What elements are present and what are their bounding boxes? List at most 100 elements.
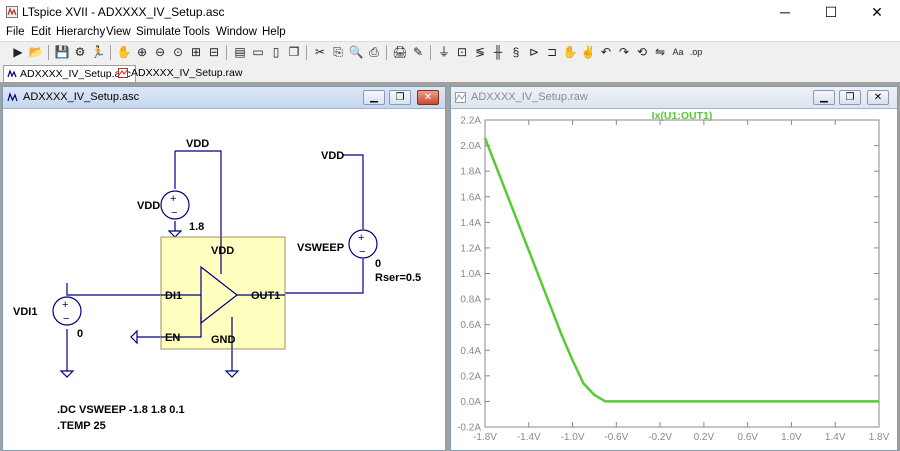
menu-simulate[interactable]: Simulate bbox=[136, 26, 181, 38]
svg-text:+: + bbox=[62, 299, 68, 311]
tile-horizontal-icon[interactable]: ▭ bbox=[250, 44, 266, 60]
vsweep-voltage-source[interactable]: + − bbox=[348, 229, 378, 259]
vsweep-rser-label: Rser=0.5 bbox=[375, 272, 421, 284]
svg-text:+: + bbox=[170, 193, 176, 205]
schematic-window-title: ADXXXX_IV_Setup.asc bbox=[23, 91, 140, 103]
y-tick-label: 1.6A bbox=[460, 192, 481, 203]
inductor-icon[interactable]: § bbox=[508, 44, 524, 60]
window-title: LTspice XVII - ADXXXX_IV_Setup.asc bbox=[22, 5, 225, 19]
trace-ix-u1-out1[interactable] bbox=[483, 137, 879, 403]
print-icon[interactable]: ⎙ bbox=[366, 44, 382, 60]
cut-icon[interactable]: ✂ bbox=[312, 44, 328, 60]
spice-directive-icon[interactable]: .op bbox=[688, 44, 704, 60]
vdd-source-name: VDD bbox=[137, 200, 160, 212]
pan-hand-icon[interactable]: ✋ bbox=[116, 44, 132, 60]
waveform-doc-icon bbox=[455, 92, 466, 103]
waveform-restore-button[interactable]: ❐ bbox=[839, 90, 861, 105]
schematic-restore-button[interactable]: ❐ bbox=[389, 90, 411, 105]
menu-window[interactable]: Window bbox=[216, 26, 257, 38]
redo-icon[interactable]: ↷ bbox=[616, 44, 632, 60]
close-icon: ✕ bbox=[873, 92, 883, 103]
run-man-icon[interactable]: 🏃 bbox=[90, 44, 106, 60]
drag-hand-icon[interactable]: ✌ bbox=[580, 44, 596, 60]
schematic-minimize-button[interactable]: ▁ bbox=[363, 90, 385, 105]
vsweep-source-name: VSWEEP bbox=[297, 242, 344, 254]
y-tick-label: 1.8A bbox=[460, 167, 481, 178]
toolbar-separator bbox=[386, 45, 387, 60]
temp-directive[interactable]: .TEMP 25 bbox=[57, 420, 106, 432]
diode-icon[interactable]: ⊳ bbox=[526, 44, 542, 60]
run-icon[interactable]: ▶ bbox=[10, 44, 26, 60]
save-icon[interactable]: 💾 bbox=[54, 44, 70, 60]
ruler-icon[interactable]: ▤ bbox=[232, 44, 248, 60]
schematic-window-titlebar: ADXXXX_IV_Setup.asc ▁ ❐ ✕ bbox=[3, 87, 445, 109]
close-icon: ✕ bbox=[423, 92, 433, 103]
waveform-window: ADXXXX_IV_Setup.raw ▁ ❐ ✕ -0.2A 0.0A 0.2A 0… bbox=[450, 86, 898, 451]
pencil-icon[interactable]: ✎ bbox=[410, 44, 426, 60]
menu-edit[interactable]: Edit bbox=[31, 26, 51, 38]
toolbar: ▶ 📂 💾 ⚙ 🏃 ✋ ⊕ ⊖ ⊙ ⊞ ⊟ ▤ ▭ ▯ ❐ ✂ ⎘ 🔍 ⎙ 🖨 ✎ ⏚ ⊡ ≶ ╫ § ⊳ ⊐ ✋ ✌ ↶ ↷ ⟲ ⇋ Aa .op bbox=[0, 41, 900, 65]
zoom-area-icon[interactable]: ⊙ bbox=[170, 44, 186, 60]
restore-icon: ❐ bbox=[395, 92, 405, 103]
print-preview-icon[interactable]: 🖨 bbox=[392, 44, 408, 60]
rotate-icon[interactable]: ⟲ bbox=[634, 44, 650, 60]
menu-help[interactable]: Help bbox=[262, 26, 286, 38]
tab-waveform-label: ADXXXX_IV_Setup.raw bbox=[131, 67, 243, 79]
svg-text:−: − bbox=[359, 246, 365, 258]
x-tick-label: 0.6V bbox=[737, 432, 758, 443]
x-tick-label: -1.4V bbox=[517, 432, 541, 443]
trace-label[interactable]: Ix(U1:OUT1) bbox=[652, 110, 713, 122]
minimize-icon: ▁ bbox=[370, 92, 378, 103]
label-icon[interactable]: ⊡ bbox=[454, 44, 470, 60]
zoom-in-icon[interactable]: ⊕ bbox=[134, 44, 150, 60]
component-icon[interactable]: ⊐ bbox=[544, 44, 560, 60]
x-tick-label: -0.6V bbox=[604, 432, 628, 443]
minimize-button[interactable]: ─ bbox=[762, 0, 808, 24]
menu-view[interactable]: View bbox=[106, 26, 131, 38]
dc-sweep-directive[interactable]: .DC VSWEEP -1.8 1.8 0.1 bbox=[57, 404, 185, 416]
maximize-button[interactable]: ☐ bbox=[808, 0, 854, 24]
waveform-plot[interactable]: -0.2A0.0A0.2A0.4A0.6A0.8A1.0A1.2A1.4A1.6… bbox=[451, 109, 897, 450]
title-bar: LTspice XVII - ADXXXX_IV_Setup.asc ─ ☐ ✕ bbox=[0, 0, 900, 24]
menu-tools[interactable]: Tools bbox=[183, 26, 210, 38]
svg-text:+: + bbox=[358, 232, 364, 244]
copy-icon[interactable]: ⎘ bbox=[330, 44, 346, 60]
y-tick-label: 0.2A bbox=[460, 371, 481, 382]
mirror-icon[interactable]: ⇋ bbox=[652, 44, 668, 60]
waveform-minimize-button[interactable]: ▁ bbox=[813, 90, 835, 105]
zoom-fit-icon[interactable]: ⊞ bbox=[188, 44, 204, 60]
find-icon[interactable]: 🔍 bbox=[348, 44, 364, 60]
open-icon[interactable]: 📂 bbox=[28, 44, 44, 60]
menu-file[interactable]: File bbox=[6, 26, 25, 38]
autoscale-icon[interactable]: ⊟ bbox=[206, 44, 222, 60]
close-button[interactable]: ✕ bbox=[854, 0, 900, 24]
toolbar-separator bbox=[48, 45, 49, 60]
x-tick-label: 1.4V bbox=[825, 432, 846, 443]
zoom-out-icon[interactable]: ⊖ bbox=[152, 44, 168, 60]
y-tick-label: 1.0A bbox=[460, 269, 481, 280]
toolbar-separator bbox=[226, 45, 227, 60]
svg-text:−: − bbox=[171, 207, 177, 219]
move-hand-icon[interactable]: ✋ bbox=[562, 44, 578, 60]
control-panel-icon[interactable]: ⚙ bbox=[72, 44, 88, 60]
menu-hierarchy[interactable]: Hierarchy bbox=[56, 26, 105, 38]
svg-text:−: − bbox=[63, 313, 69, 325]
cascade-icon[interactable]: ❐ bbox=[286, 44, 302, 60]
vdd-voltage-source[interactable]: + − bbox=[160, 190, 190, 220]
capacitor-icon[interactable]: ╫ bbox=[490, 44, 506, 60]
schematic-close-button[interactable]: ✕ bbox=[417, 90, 439, 105]
tab-waveform[interactable]: ADXXXX_IV_Setup.raw bbox=[115, 65, 246, 81]
ground-icon[interactable]: ⏚ bbox=[436, 44, 452, 60]
tile-vertical-icon[interactable]: ▯ bbox=[268, 44, 284, 60]
schematic-doc-icon bbox=[7, 69, 17, 78]
schematic-canvas[interactable]: + − + − + − VDD VDD 1.8 VDD VSWEEP 0 Rse… bbox=[3, 109, 445, 450]
pin-en-label: EN bbox=[165, 332, 180, 344]
vdi1-voltage-source[interactable]: + − bbox=[52, 296, 82, 326]
pin-out1-label: OUT1 bbox=[251, 290, 280, 302]
y-tick-label: 0.8A bbox=[460, 295, 481, 306]
text-icon[interactable]: Aa bbox=[670, 44, 686, 60]
resistor-icon[interactable]: ≶ bbox=[472, 44, 488, 60]
toolbar-separator bbox=[430, 45, 431, 60]
undo-icon[interactable]: ↶ bbox=[598, 44, 614, 60]
waveform-close-button[interactable]: ✕ bbox=[867, 90, 889, 105]
